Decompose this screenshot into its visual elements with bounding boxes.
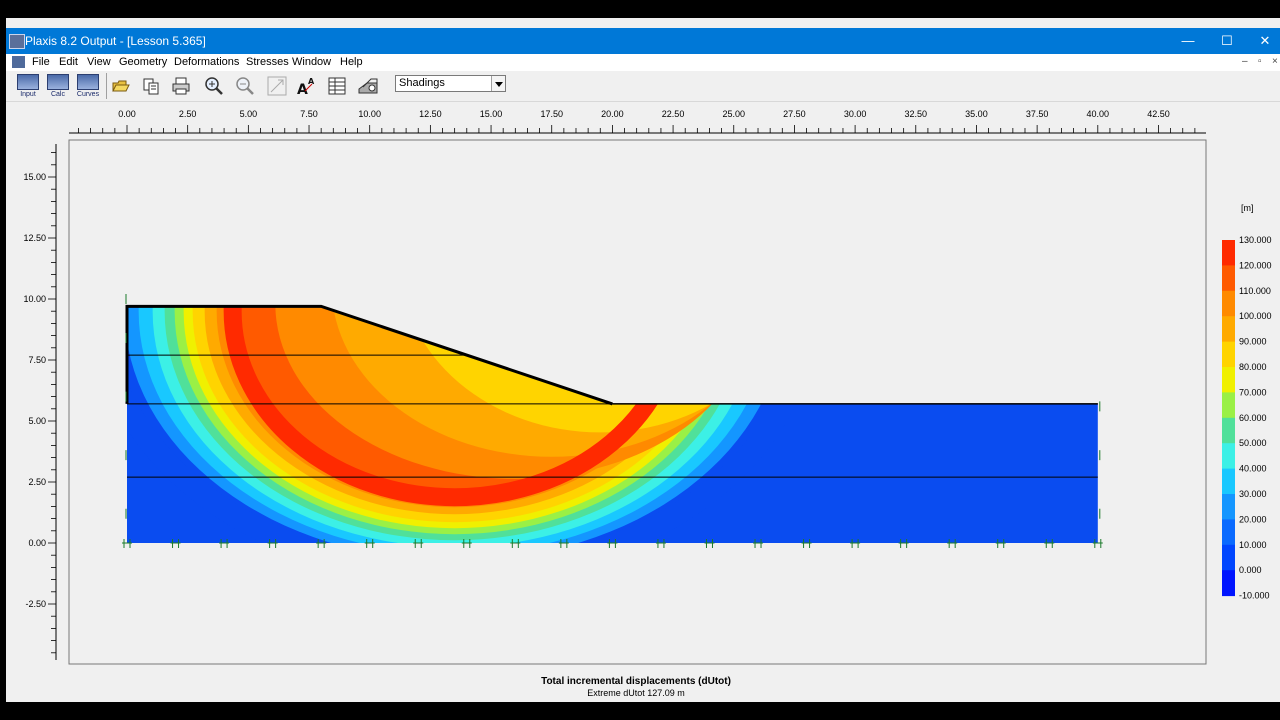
x-tick-label: 7.50: [300, 109, 318, 119]
legend-label: 90.000: [1239, 337, 1267, 347]
color-legend: [m] 130.000 120.000 110.000 100.000 90.000 80…: [1222, 203, 1272, 601]
legend-swatch: [1222, 290, 1235, 317]
legend-label: 120.000: [1239, 260, 1272, 270]
legend-swatch: [1222, 570, 1235, 597]
legend-swatch: [1222, 494, 1235, 520]
x-tick-label: 40.00: [1087, 109, 1110, 119]
legend-swatch: [1222, 519, 1235, 546]
y-tick-label: 7.50: [28, 355, 46, 365]
legend-label: 10.000: [1239, 540, 1267, 550]
legend-label: 100.000: [1239, 311, 1272, 321]
legend-label: 80.000: [1239, 362, 1267, 372]
x-tick-label: 0.00: [118, 109, 136, 119]
legend-label: 30.000: [1239, 489, 1267, 499]
x-tick-label: 25.00: [722, 109, 745, 119]
vertical-ruler: 15.00 12.50 10.00 7.50 5.00 2.50 0.00 -2.50: [23, 144, 57, 660]
x-tick-label: 5.00: [240, 109, 258, 119]
legend-swatch: [1222, 392, 1235, 419]
legend-swatch: [1222, 367, 1235, 393]
x-tick-label: 10.00: [358, 109, 381, 119]
legend-label: 70.000: [1239, 387, 1267, 397]
plot-caption-title: Total incremental displacements (dUtot): [541, 676, 731, 687]
legend-swatch: [1222, 417, 1235, 444]
y-tick-label: 15.00: [23, 172, 46, 182]
horizontal-ruler: 0.00 2.50 5.00 7.50 10.00 12.50 15.00 17.50 20.0…: [69, 109, 1206, 134]
x-tick-label: 22.50: [662, 109, 685, 119]
y-tick-label: 0.00: [28, 538, 46, 548]
x-tick-label: 32.50: [905, 109, 928, 119]
x-tick-label: 20.00: [601, 109, 624, 119]
legend-label: 110.000: [1239, 286, 1271, 296]
x-tick-label: 30.00: [844, 109, 867, 119]
y-tick-label: 5.00: [28, 416, 46, 426]
legend-swatch: [1222, 443, 1235, 470]
legend-swatch: [1222, 341, 1235, 368]
legend-label: 40.000: [1239, 464, 1267, 474]
legend-swatch: [1222, 240, 1235, 266]
legend-label: 20.000: [1239, 514, 1267, 524]
output-drawing: 0.00 2.50 5.00 7.50 10.00 12.50 15.00 17.50 20.0…: [23, 109, 1272, 665]
x-tick-label: 37.50: [1026, 109, 1049, 119]
x-tick-label: 27.50: [783, 109, 806, 119]
legend-label: -10.000: [1239, 591, 1270, 601]
legend-label: 50.000: [1239, 438, 1267, 448]
legend-swatch: [1222, 265, 1235, 292]
legend-label: 60.000: [1239, 413, 1267, 423]
x-tick-label: 35.00: [965, 109, 988, 119]
y-tick-label: 10.00: [23, 294, 46, 304]
legend-swatch: [1222, 544, 1235, 571]
legend-swatch: [1222, 316, 1235, 343]
plot-caption-subtitle: Extreme dUtot 127.09 m: [587, 688, 685, 698]
application-window: Plaxis 8.2 Output - [Lesson 5.365] — ☐ ✕…: [6, 18, 1280, 702]
y-tick-label: 2.50: [28, 477, 46, 487]
legend-unit: [m]: [1241, 203, 1254, 213]
x-tick-label: 15.00: [480, 109, 503, 119]
y-tick-label: -2.50: [25, 599, 46, 609]
legend-label: 130.000: [1239, 235, 1272, 245]
x-tick-label: 2.50: [179, 109, 197, 119]
legend-label: 0.000: [1239, 565, 1262, 575]
x-tick-label: 12.50: [419, 109, 442, 119]
x-tick-label: 17.50: [540, 109, 563, 119]
x-tick-label: 42.50: [1147, 109, 1170, 119]
legend-swatch: [1222, 468, 1235, 495]
y-tick-label: 12.50: [23, 233, 46, 243]
